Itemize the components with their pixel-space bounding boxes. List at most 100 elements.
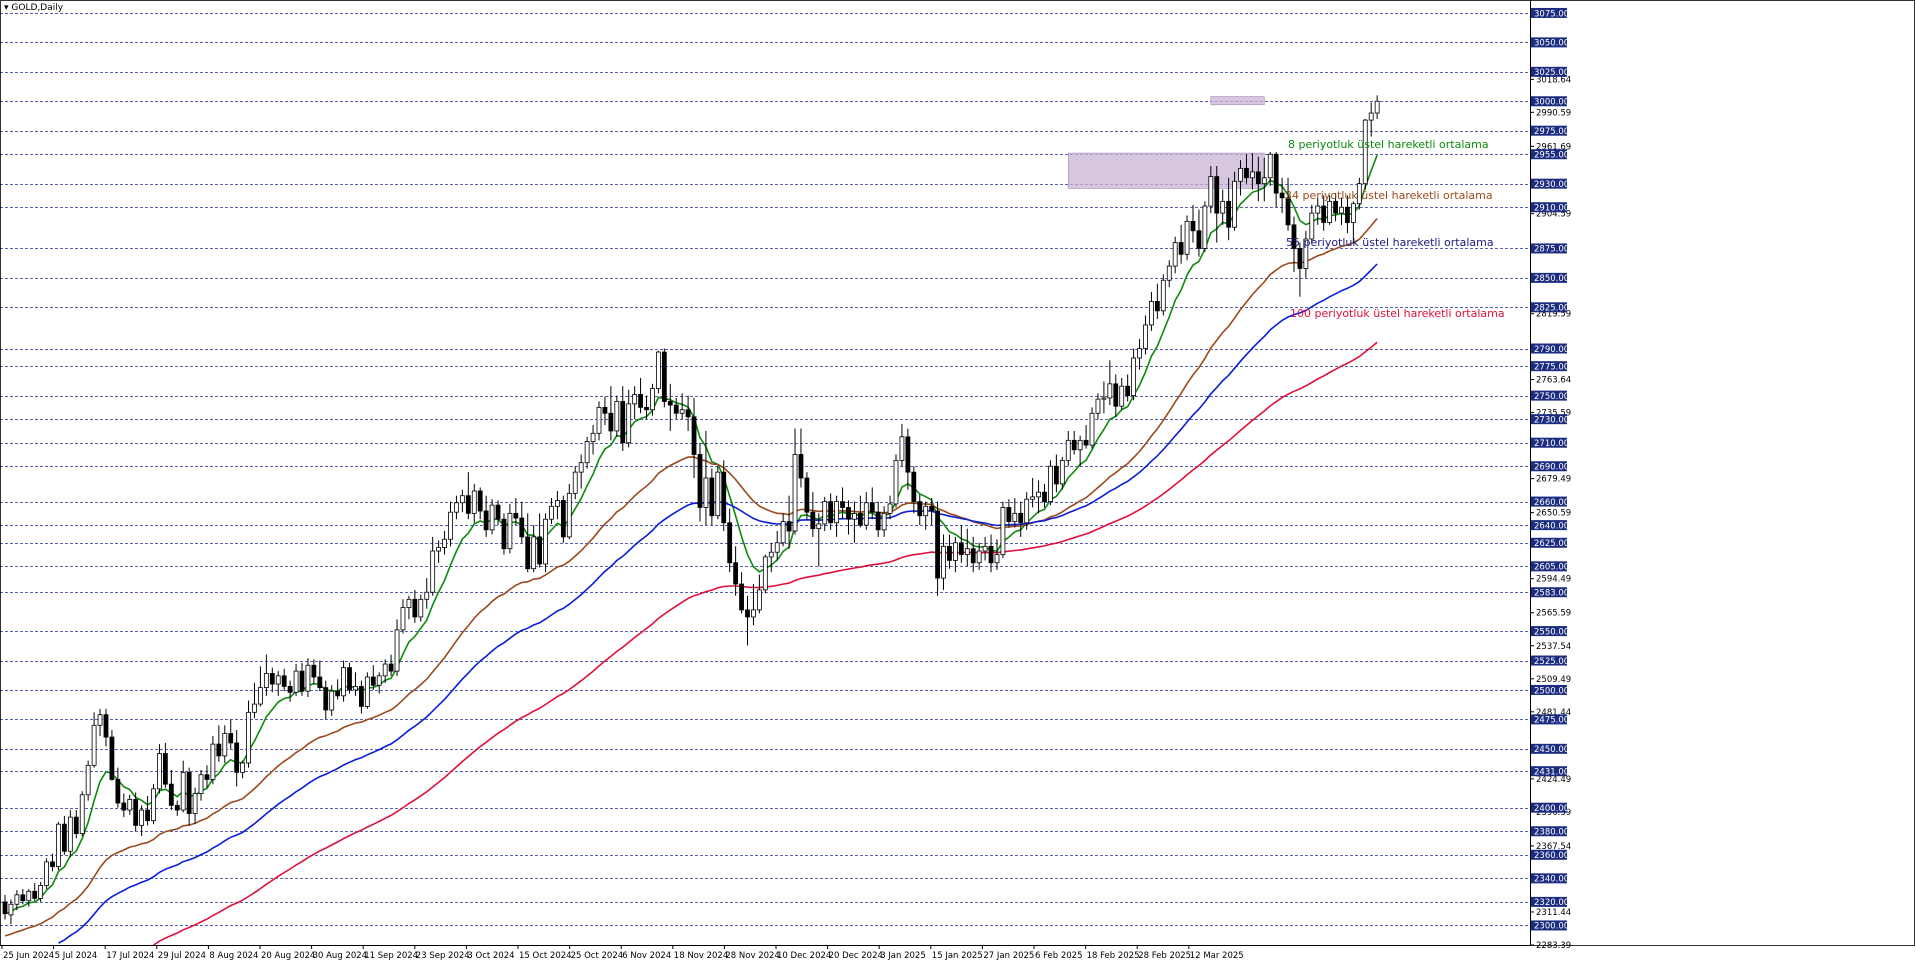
time-tick-label: 20 Aug 2024 [261, 951, 315, 961]
candle-body [489, 504, 495, 531]
candle-body [1267, 153, 1273, 179]
price-level-label: 3000.00 [1534, 98, 1569, 108]
candle-body [596, 406, 602, 434]
candle-body [376, 675, 382, 686]
candle-body [44, 861, 49, 886]
candle-body [1137, 348, 1142, 359]
candle-body [1119, 385, 1125, 407]
price-tick-label: 2311.44 [1536, 908, 1571, 918]
candle-body [1089, 412, 1095, 446]
candle-body [1178, 242, 1184, 255]
dropdown-triangle-icon[interactable]: ▾ [4, 3, 9, 13]
candle-body [347, 667, 352, 691]
candle-body [115, 779, 121, 804]
candle-body [679, 409, 685, 414]
candle-body [192, 793, 198, 814]
candle-body [1190, 220, 1196, 232]
candle-body [465, 495, 471, 514]
candle-body [79, 794, 85, 835]
candle-body [246, 711, 251, 764]
time-tick-label: 6 Feb 2025 [1035, 951, 1083, 961]
candle-body [727, 522, 733, 564]
price-tick-label: 2594.49 [1536, 575, 1571, 585]
candle-body [293, 670, 299, 693]
candle-body [762, 556, 768, 591]
candle-body [311, 664, 317, 678]
candle-body [103, 714, 109, 738]
time-tick-label: 28 Feb 2025 [1138, 951, 1191, 961]
time-tick-label: 3 Oct 2024 [467, 951, 514, 961]
chart-window[interactable]: 3018.64 2990.59 2961.69 2904.59 2819.59 2763.… [0, 0, 1916, 963]
time-tick-label: 18 Feb 2025 [1087, 951, 1140, 961]
candle-body [982, 545, 988, 552]
time-tick-label: 12 Mar 2025 [1190, 951, 1244, 961]
time-tick-label: 29 Jul 2024 [158, 951, 206, 961]
candle-body [644, 406, 649, 411]
candle-body [1220, 200, 1226, 214]
time-tick-label: 23 Sep 2024 [416, 951, 470, 961]
candle-body [620, 401, 626, 444]
candle-body [258, 687, 263, 705]
candle-body [358, 686, 364, 707]
candle-body [109, 736, 115, 780]
candle-body [667, 401, 673, 406]
candle-body [1250, 171, 1255, 179]
candle-body [287, 686, 293, 693]
price-tick-label: 2283.39 [1536, 941, 1571, 951]
candle-body [121, 802, 127, 811]
candle-body [275, 675, 281, 685]
candle-body [1018, 512, 1024, 524]
price-tick-label: 2650.59 [1536, 509, 1571, 519]
price-level-label: 2850.00 [1534, 274, 1569, 284]
candle-body [1345, 206, 1350, 223]
candle-body [964, 548, 970, 555]
candle-body [20, 894, 26, 902]
candle-body [495, 504, 501, 520]
candle-body [145, 809, 150, 822]
candle-body [210, 743, 216, 780]
candle-body [650, 388, 655, 411]
candle-body [174, 804, 180, 811]
candle-body [988, 545, 994, 564]
candle-body [1166, 265, 1172, 281]
price-level-label: 2730.00 [1534, 415, 1569, 425]
candle-body [1279, 192, 1285, 199]
candle-body [168, 783, 174, 806]
candle-body [1131, 357, 1136, 397]
candle-body [1184, 220, 1190, 255]
candle-body [703, 477, 709, 508]
candle-body [234, 742, 240, 773]
time-tick-label: 25 Oct 2024 [571, 951, 624, 961]
candle-body [62, 823, 67, 852]
candle-body [923, 505, 929, 517]
candle-body [935, 510, 940, 579]
price-level-label: 2340.00 [1534, 875, 1569, 885]
candle-body [382, 663, 388, 677]
candle-body [157, 753, 162, 790]
candle-body [852, 512, 857, 520]
candle-body [139, 809, 145, 826]
candle-body [656, 351, 661, 389]
candle-body [1160, 279, 1166, 312]
candle-body [471, 490, 477, 514]
price-level-label: 2475.00 [1534, 716, 1569, 726]
candle-body [204, 774, 210, 780]
candle-body [531, 536, 537, 570]
candle-body [454, 502, 459, 513]
candle-body [774, 542, 780, 553]
ema55-label: 55 periyotluk üstel hareketli ortalama [1286, 236, 1494, 249]
candle-body [958, 542, 964, 555]
candle-body [1095, 398, 1101, 414]
candle-body [834, 501, 839, 524]
candle-body [917, 501, 923, 517]
price-chart[interactable]: 3018.642990.592961.692904.592819.592763.… [0, 0, 1916, 963]
candle-body [1113, 383, 1119, 407]
candle-body [240, 762, 246, 773]
candle-body [459, 495, 465, 504]
candle-body [602, 406, 608, 414]
candle-body [691, 416, 697, 455]
candle-body [1143, 324, 1148, 349]
candle-body [50, 861, 55, 867]
price-level-label: 2605.00 [1534, 563, 1569, 573]
candle-body [792, 454, 798, 532]
